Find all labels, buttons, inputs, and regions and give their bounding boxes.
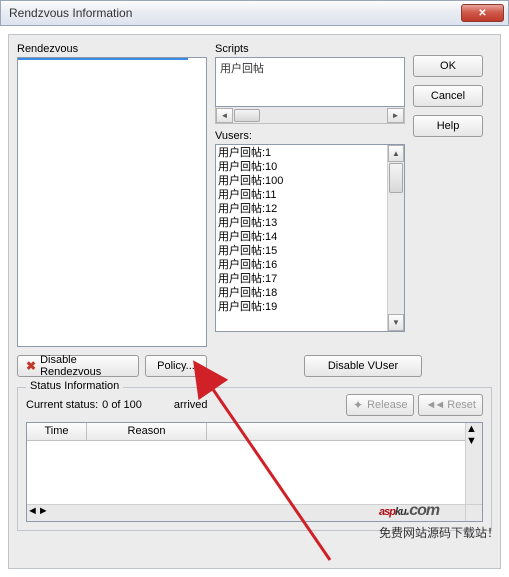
disable-rendezvous-button[interactable]: ✖ Disable Rendezvous: [17, 355, 139, 377]
vuser-item[interactable]: 用户回帖:18: [218, 286, 387, 300]
release-icon: ✦: [353, 398, 363, 412]
vuser-item[interactable]: 用户回帖:15: [218, 244, 387, 258]
vuser-item[interactable]: 用户回帖:13: [218, 216, 387, 230]
rendezvous-item-selected[interactable]: [18, 58, 188, 60]
scroll-down-icon[interactable]: ▼: [388, 314, 404, 331]
window-title: Rendzvous Information: [9, 6, 461, 20]
scripts-listbox[interactable]: 用户回帖: [215, 57, 405, 107]
scroll-down-icon[interactable]: ▼: [466, 435, 482, 447]
grid-header: Time Reason: [27, 423, 482, 441]
scroll-right-icon[interactable]: ►: [38, 505, 49, 521]
scripts-item[interactable]: 用户回帖: [220, 63, 264, 75]
ok-button[interactable]: OK: [413, 55, 483, 77]
vuser-item[interactable]: 用户回帖:100: [218, 174, 387, 188]
close-button[interactable]: ✕: [461, 4, 504, 22]
vuser-item[interactable]: 用户回帖:19: [218, 300, 387, 314]
scroll-thumb[interactable]: [389, 163, 403, 193]
col-time[interactable]: Time: [27, 423, 87, 440]
disable-vuser-button[interactable]: Disable VUser: [304, 355, 422, 377]
arrived-label: arrived: [174, 399, 208, 411]
vuser-item[interactable]: 用户回帖:12: [218, 202, 387, 216]
vuser-item[interactable]: 用户回帖:10: [218, 160, 387, 174]
vusers-label: Vusers:: [215, 130, 405, 142]
policy-button[interactable]: Policy...: [145, 355, 207, 377]
vusers-listbox[interactable]: 用户回帖:1用户回帖:10用户回帖:100用户回帖:11用户回帖:12用户回帖:…: [215, 144, 405, 332]
status-legend: Status Information: [26, 380, 123, 392]
scripts-label: Scripts: [215, 43, 405, 55]
vuser-item[interactable]: 用户回帖:11: [218, 188, 387, 202]
x-icon: ✖: [26, 359, 36, 373]
title-bar: Rendzvous Information ✕: [0, 0, 509, 26]
cancel-button[interactable]: Cancel: [413, 85, 483, 107]
current-status-label: Current status:: [26, 399, 98, 411]
reset-button[interactable]: ◄◄ Reset: [418, 394, 483, 416]
scripts-hscrollbar[interactable]: ◄ ►: [215, 107, 405, 124]
rendezvous-label: Rendezvous: [17, 43, 207, 55]
scroll-left-icon[interactable]: ◄: [27, 505, 38, 521]
scroll-up-icon[interactable]: ▲: [466, 423, 482, 435]
watermark: aspku.com 免费网站源码下载站！: [379, 485, 499, 541]
vusers-vscrollbar[interactable]: ▲ ▼: [387, 145, 404, 331]
help-button[interactable]: Help: [413, 115, 483, 137]
scroll-track[interactable]: [388, 194, 404, 314]
vuser-item[interactable]: 用户回帖:17: [218, 272, 387, 286]
vuser-item[interactable]: 用户回帖:14: [218, 230, 387, 244]
release-button[interactable]: ✦ Release: [346, 394, 414, 416]
reset-icon: ◄◄: [425, 399, 443, 411]
scroll-up-icon[interactable]: ▲: [388, 145, 404, 162]
vuser-item[interactable]: 用户回帖:1: [218, 146, 387, 160]
scroll-thumb[interactable]: [234, 109, 260, 122]
scroll-right-icon[interactable]: ►: [387, 108, 404, 123]
rendezvous-listbox[interactable]: [17, 57, 207, 347]
current-status-value: 0 of 100: [102, 399, 142, 411]
vuser-item[interactable]: 用户回帖:16: [218, 258, 387, 272]
scroll-left-icon[interactable]: ◄: [216, 108, 233, 123]
col-reason[interactable]: Reason: [87, 423, 207, 440]
